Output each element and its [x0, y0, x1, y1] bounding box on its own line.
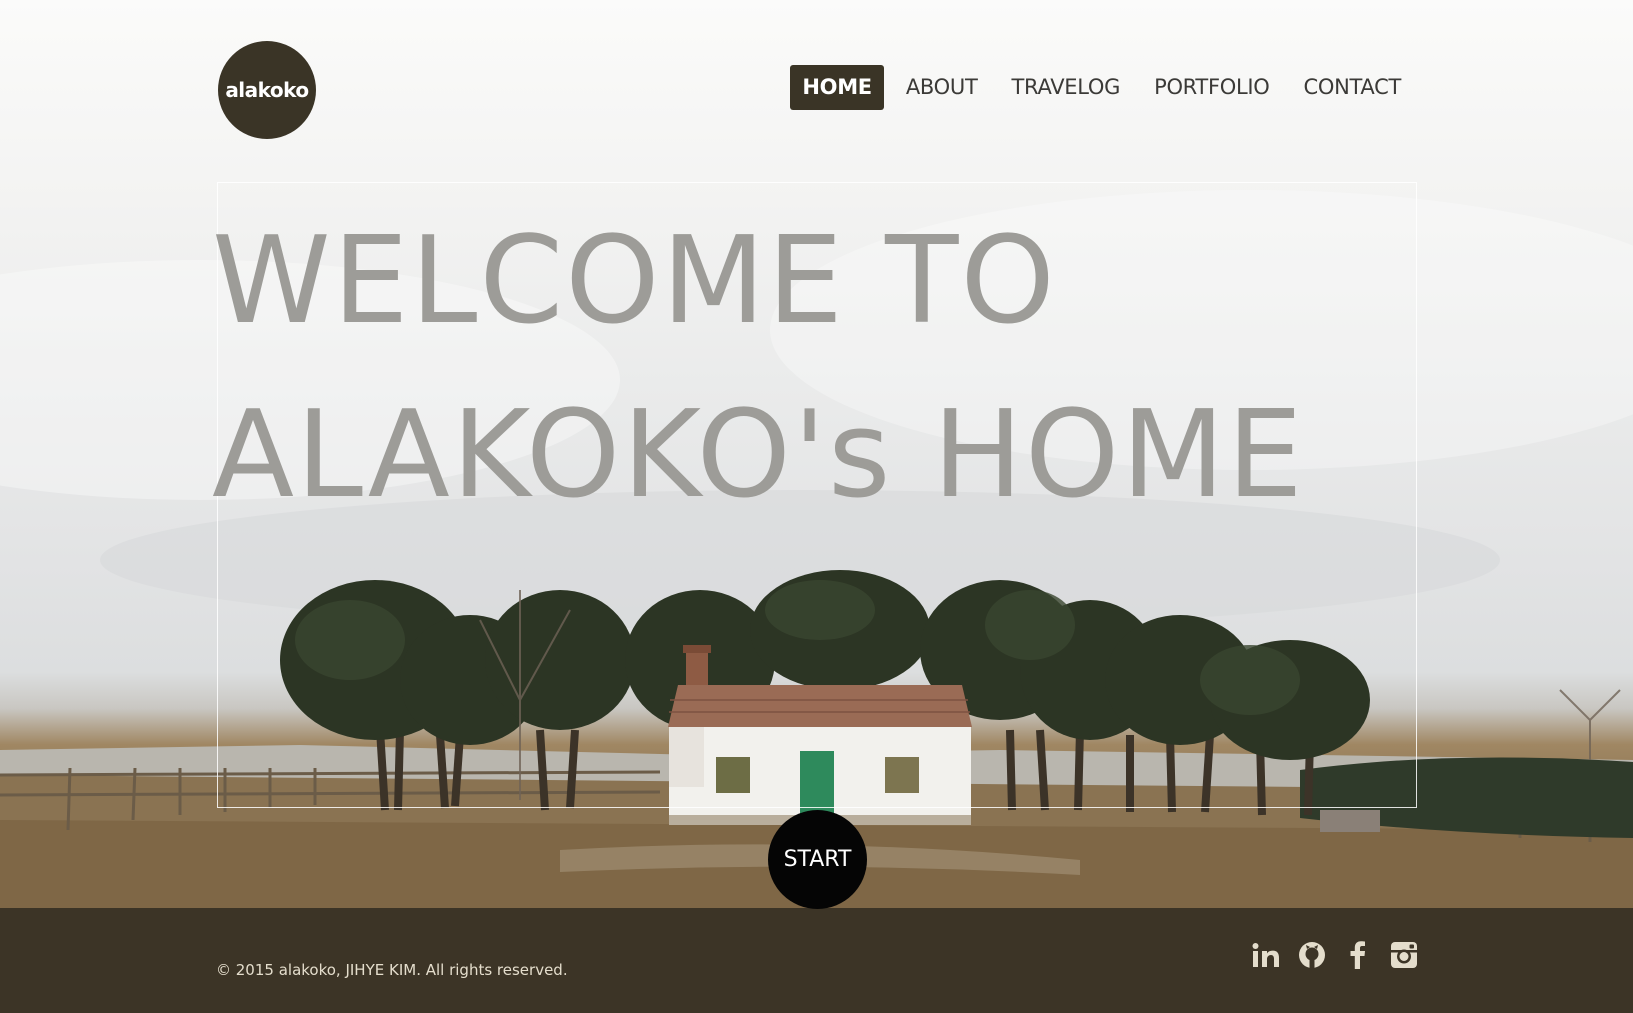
- hero-headline: WELCOME TO ALAKOKO's HOME: [212, 195, 1305, 543]
- footer-copyright: © 2015 alakoko, JIHYE KIM. All rights re…: [216, 961, 568, 979]
- start-button[interactable]: START: [768, 810, 867, 909]
- github-icon[interactable]: [1297, 940, 1327, 970]
- linkedin-icon[interactable]: [1251, 940, 1281, 970]
- nav-item-home[interactable]: HOME: [790, 65, 884, 110]
- headline-line-2: ALAKOKO's HOME: [212, 386, 1305, 525]
- social-links: [1251, 940, 1419, 970]
- nav-item-about[interactable]: ABOUT: [894, 65, 990, 110]
- site-logo[interactable]: alakoko: [218, 41, 316, 139]
- nav-item-travelog[interactable]: TRAVELOG: [1000, 65, 1133, 110]
- logo-text: alakoko: [225, 78, 309, 102]
- instagram-icon[interactable]: [1389, 940, 1419, 970]
- headline-line-1: WELCOME TO: [212, 212, 1057, 351]
- main-navigation: HOME ABOUT TRAVELOG PORTFOLIO CONTACT: [790, 65, 1413, 110]
- nav-item-contact[interactable]: CONTACT: [1292, 65, 1414, 110]
- nav-item-portfolio[interactable]: PORTFOLIO: [1142, 65, 1281, 110]
- facebook-icon[interactable]: [1343, 940, 1373, 970]
- start-button-label: START: [783, 847, 852, 872]
